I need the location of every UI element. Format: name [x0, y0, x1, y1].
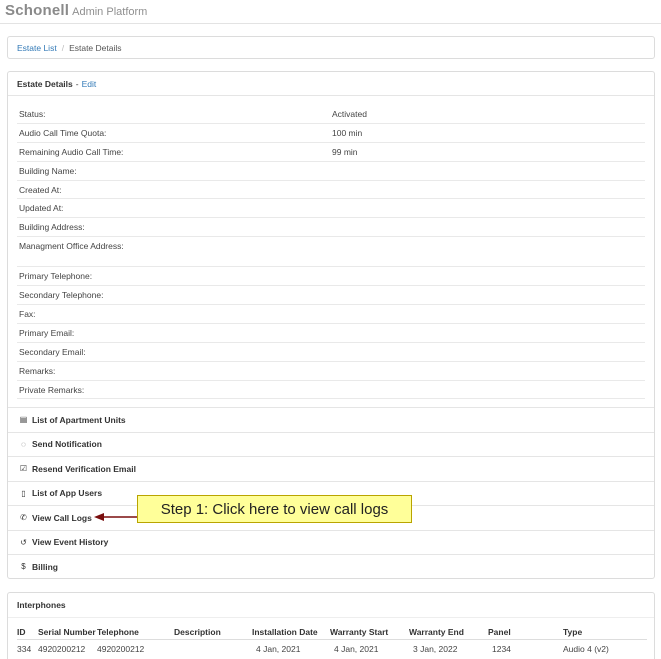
detail-row: Managment Office Address: — [17, 237, 645, 268]
column-header[interactable]: Warranty Start — [330, 627, 409, 637]
mobile-phone-icon: ▯ — [21, 488, 26, 498]
action-list: ▤ List of Apartment Units ◌ Send Notificati… — [8, 407, 654, 579]
column-header[interactable]: Telephone — [97, 627, 174, 637]
table-row[interactable]: 334 4920200212 4920200212 4 Jan, 2021 4 Jan,… — [17, 640, 647, 657]
edit-link[interactable]: Edit — [82, 79, 97, 89]
detail-row: Remarks: — [17, 362, 645, 381]
column-header[interactable]: Warranty End — [409, 627, 488, 637]
breadcrumb: Estate List / Estate Details — [7, 36, 655, 59]
table-cell: 4920200212 — [97, 643, 145, 654]
detail-label: Primary Email: — [19, 327, 75, 338]
action-resend-verification-email[interactable]: ☑ Resend Verification Email — [8, 456, 654, 481]
column-header[interactable]: Panel — [488, 627, 563, 637]
interphones-panel: Interphones ID Serial Number Telephone Desc… — [7, 592, 655, 659]
column-header[interactable]: Description — [174, 627, 252, 637]
action-billing[interactable]: $ Billing — [8, 554, 654, 579]
header-divider — [0, 23, 661, 24]
table-cell: 4920200212 — [38, 643, 86, 654]
detail-row: Fax: — [17, 305, 645, 324]
estate-details-title: Estate Details — [17, 78, 73, 89]
detail-value: 99 min — [332, 146, 358, 157]
detail-label: Status: — [19, 108, 46, 119]
detail-row: Remaining Audio Call Time: 99 min — [17, 143, 645, 162]
action-view-event-history[interactable]: ↺ View Event History — [8, 529, 654, 555]
detail-label: Updated At: — [19, 203, 64, 214]
action-list-of-apartment-units[interactable]: ▤ List of Apartment Units — [8, 407, 654, 432]
table-cell: 334 — [17, 643, 32, 654]
action-label: List of Apartment Units — [32, 414, 126, 425]
table-cell: Audio 4 (v2) — [563, 643, 609, 654]
detail-label: Building Address: — [19, 222, 85, 233]
column-header[interactable]: Serial Number — [38, 627, 97, 637]
breadcrumb-current: Estate Details — [69, 42, 122, 53]
table-cell: 3 Jan, 2022 — [413, 643, 458, 654]
detail-label: Remarks: — [19, 365, 56, 376]
column-header[interactable]: Type — [563, 627, 643, 637]
interphones-table: ID Serial Number Telephone Description Insta… — [17, 625, 647, 657]
action-label: Resend Verification Email — [32, 463, 136, 474]
action-label: Billing — [32, 561, 58, 572]
brand: Schonell Admin Platform — [5, 2, 148, 19]
breadcrumb-separator: / — [61, 42, 65, 53]
action-label: Send Notification — [32, 439, 102, 450]
estate-details-table: Status: Activated Audio Call Time Quota: 10… — [17, 105, 645, 400]
detail-row: Building Name: — [17, 162, 645, 181]
action-label: View Call Logs — [32, 512, 92, 523]
detail-label: Audio Call Time Quota: — [19, 127, 107, 138]
history-icon: ↺ — [20, 537, 27, 547]
action-label: List of App Users — [32, 488, 103, 499]
detail-label: Fax: — [19, 308, 36, 319]
dollar-icon: $ — [21, 562, 26, 572]
table-cell: 4 Jan, 2021 — [256, 643, 301, 654]
detail-label: Secondary Telephone: — [19, 290, 104, 301]
brand-logo: Schonell — [5, 2, 70, 19]
detail-label: Private Remarks: — [19, 384, 85, 395]
interphones-title: Interphones — [8, 593, 654, 618]
table-cell: 1234 — [492, 643, 511, 654]
interphones-body: 334 4920200212 4920200212 4 Jan, 2021 4 Jan,… — [17, 640, 647, 657]
table-cell: 4 Jan, 2021 — [334, 643, 379, 654]
action-send-notification[interactable]: ◌ Send Notification — [8, 431, 654, 457]
detail-label: Created At: — [19, 184, 62, 195]
column-header[interactable]: Installation Date — [252, 627, 330, 637]
detail-row: Updated At: — [17, 199, 645, 219]
brand-subtitle: Admin Platform — [72, 6, 148, 18]
interphones-header-row: ID Serial Number Telephone Description Insta… — [17, 625, 647, 640]
id-card-icon: ▤ — [19, 415, 28, 425]
detail-row: Primary Email: — [17, 324, 645, 343]
detail-label: Building Name: — [19, 165, 77, 176]
title-dash: - — [75, 78, 79, 89]
detail-row: Secondary Telephone: — [17, 286, 645, 306]
detail-row: Status: Activated — [17, 105, 645, 124]
detail-label: Primary Telephone: — [19, 271, 93, 282]
step-callout: Step 1: Click here to view call logs — [137, 495, 412, 523]
phone-icon: ✆ — [20, 513, 27, 523]
detail-row: Audio Call Time Quota: 100 min — [17, 124, 645, 143]
breadcrumb-estate-list[interactable]: Estate List — [17, 43, 57, 53]
estate-details-header: Estate Details - Edit — [8, 72, 654, 96]
detail-row: Secondary Email: — [17, 343, 645, 362]
detail-row: Private Remarks: — [17, 381, 645, 400]
detail-row: Primary Telephone: — [17, 267, 645, 287]
detail-row: Building Address: — [17, 218, 645, 238]
detail-row: Created At: — [17, 181, 645, 200]
speech-bubble-icon: ◌ — [21, 439, 26, 449]
detail-value: Activated — [332, 108, 367, 119]
detail-label: Secondary Email: — [19, 346, 86, 357]
detail-label: Managment Office Address: — [19, 241, 124, 252]
callout-arrow — [94, 513, 138, 521]
detail-label: Remaining Audio Call Time: — [19, 146, 124, 157]
action-label: View Event History — [32, 537, 109, 548]
detail-value: 100 min — [332, 127, 363, 138]
column-header[interactable]: ID — [17, 627, 38, 637]
check-square-icon: ☑ — [19, 464, 28, 474]
